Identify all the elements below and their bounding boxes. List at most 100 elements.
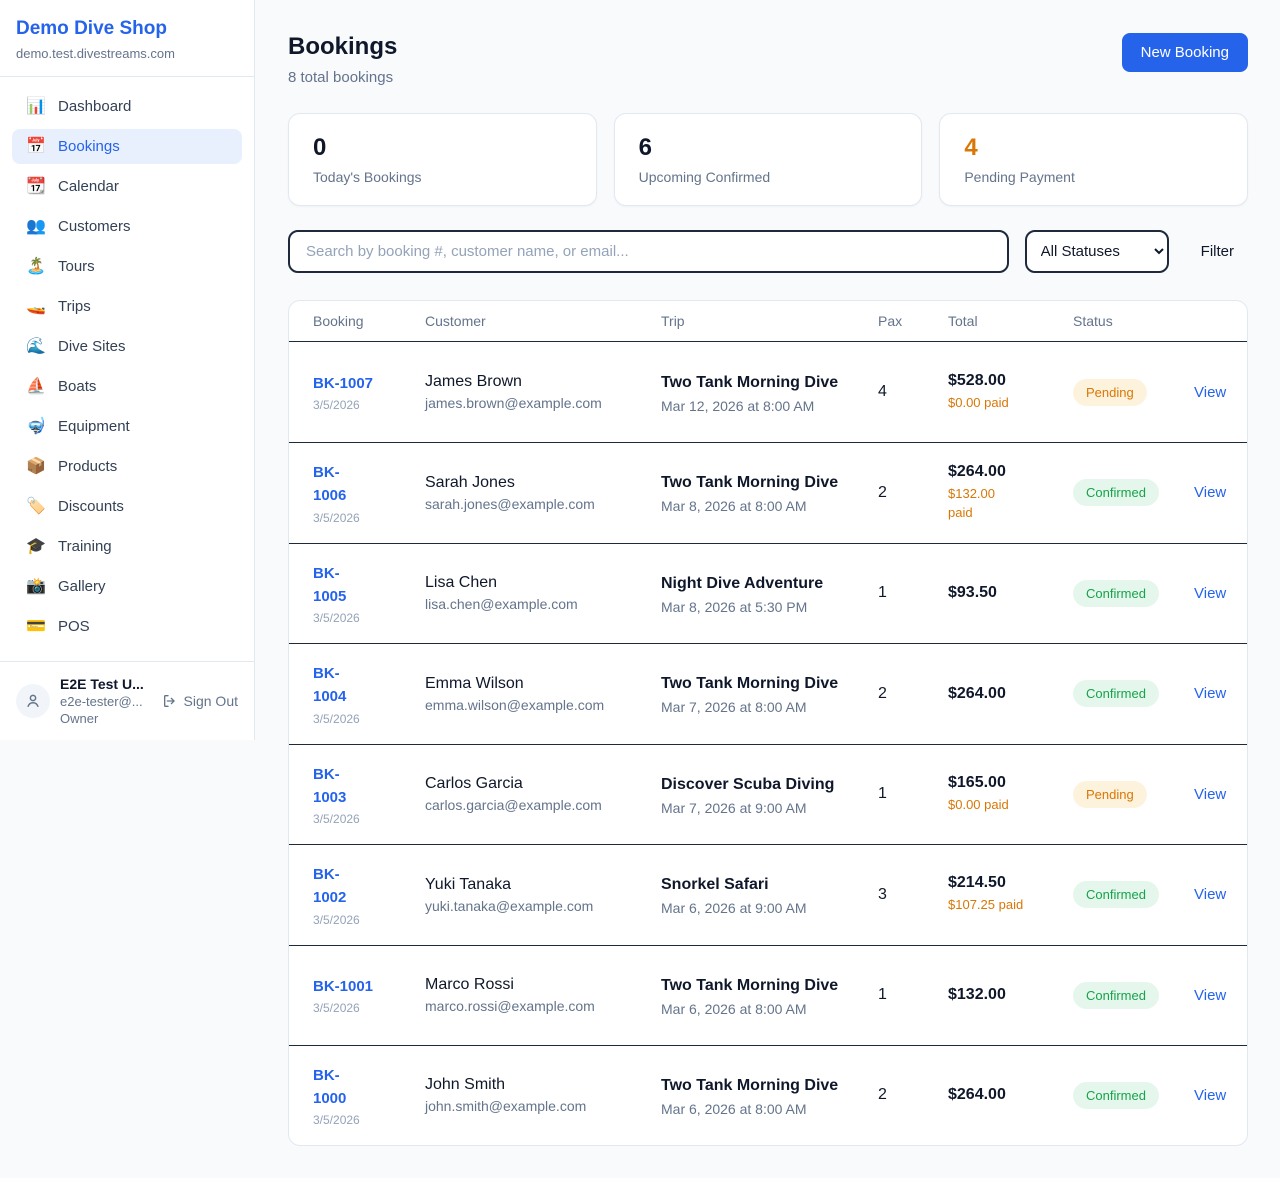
customer-cell: Sarah Jones sarah.jones@example.com (425, 474, 661, 512)
sidebar-item-trips[interactable]: 🚤 Trips (12, 289, 242, 324)
booking-id-link[interactable]: BK- 1000 (313, 1064, 425, 1111)
nav-item-label: Trips (58, 298, 91, 315)
status-badge: Pending (1073, 379, 1147, 406)
status-badge: Confirmed (1073, 580, 1159, 607)
filter-button[interactable]: Filter (1187, 233, 1248, 270)
table-row: BK-1007 3/5/2026 James Brown james.brown… (289, 342, 1247, 442)
view-link[interactable]: View (1194, 1087, 1226, 1104)
view-link[interactable]: View (1194, 987, 1226, 1004)
sidebar-item-tours[interactable]: 🏝️ Tours (12, 249, 242, 284)
paid-amount: $0.00 paid (948, 394, 1073, 413)
booking-id-line1: BK- (313, 1064, 425, 1087)
user-name: E2E Test U... (60, 676, 162, 692)
view-link[interactable]: View (1194, 384, 1226, 401)
trip-name: Two Tank Morning Dive (661, 471, 851, 495)
booking-id-link[interactable]: BK- 1006 (313, 461, 425, 508)
sidebar-item-boats[interactable]: ⛵ Boats (12, 369, 242, 404)
sidebar-item-calendar[interactable]: 📆 Calendar (12, 169, 242, 204)
user-email: e2e-tester@... (60, 694, 162, 709)
status-badge: Confirmed (1073, 982, 1159, 1009)
booking-cell: BK-1007 3/5/2026 (313, 372, 425, 412)
booking-id-line1: BK-1001 (313, 975, 425, 998)
view-link[interactable]: View (1194, 886, 1226, 903)
column-header-status: Status (1073, 313, 1194, 329)
booking-id-line2: 1003 (313, 786, 425, 809)
pax-count: 2 (878, 484, 948, 502)
sidebar-item-dashboard[interactable]: 📊 Dashboard (12, 89, 242, 124)
view-link[interactable]: View (1194, 585, 1226, 602)
booking-id-line1: BK- (313, 562, 425, 585)
pax-count: 1 (878, 986, 948, 1004)
paid-line1: $132.00 (948, 485, 1073, 504)
trip-cell: Night Dive Adventure Mar 8, 2026 at 5:30… (661, 572, 878, 615)
pax-count: 1 (878, 785, 948, 803)
view-link[interactable]: View (1194, 685, 1226, 702)
booking-id-link[interactable]: BK-1001 (313, 975, 425, 998)
booking-id-line2: 1006 (313, 484, 425, 507)
stat-label: Pending Payment (964, 169, 1223, 185)
booking-id-link[interactable]: BK- 1003 (313, 763, 425, 810)
booking-id-link[interactable]: BK- 1004 (313, 662, 425, 709)
view-link[interactable]: View (1194, 786, 1226, 803)
new-booking-button[interactable]: New Booking (1122, 33, 1248, 72)
trip-name: Two Tank Morning Dive (661, 371, 851, 395)
stat-label: Today's Bookings (313, 169, 572, 185)
view-link[interactable]: View (1194, 484, 1226, 501)
trip-name: Snorkel Safari (661, 873, 851, 897)
total-cell: $264.00 $132.00 paid (948, 463, 1073, 523)
booking-date: 3/5/2026 (313, 1113, 425, 1127)
table-row: BK- 1002 3/5/2026 Yuki Tanaka yuki.tanak… (289, 844, 1247, 945)
trip-datetime: Mar 8, 2026 at 8:00 AM (661, 498, 878, 514)
user-block: E2E Test U... e2e-tester@... Owner Sign … (0, 661, 254, 740)
trip-name: Two Tank Morning Dive (661, 1074, 851, 1098)
nav-item-label: Gallery (58, 578, 106, 595)
status-cell: Confirmed (1073, 1082, 1194, 1109)
nav-item-icon: 📅 (26, 139, 46, 155)
booking-date: 3/5/2026 (313, 812, 425, 826)
booking-id-line2: 1004 (313, 685, 425, 708)
booking-date: 3/5/2026 (313, 1001, 425, 1015)
sidebar-item-bookings[interactable]: 📅 Bookings (12, 129, 242, 164)
booking-id-link[interactable]: BK- 1002 (313, 863, 425, 910)
status-badge: Confirmed (1073, 881, 1159, 908)
nav-item-icon: 🌊 (26, 339, 46, 355)
status-filter-select[interactable]: All Statuses (1025, 230, 1169, 273)
sidebar-item-training[interactable]: 🎓 Training (12, 529, 242, 564)
booking-id-line1: BK-1007 (313, 372, 425, 395)
booking-id-line2: 1002 (313, 886, 425, 909)
nav-item-label: POS (58, 618, 90, 635)
sign-out-label: Sign Out (184, 693, 238, 709)
nav-item-label: Dive Sites (58, 338, 126, 355)
booking-id-line1: BK- (313, 461, 425, 484)
stat-card: 6 Upcoming Confirmed (614, 113, 923, 206)
sign-out-button[interactable]: Sign Out (162, 693, 238, 709)
sidebar-item-pos[interactable]: 💳 POS (12, 609, 242, 644)
nav-item-icon: 📦 (26, 459, 46, 475)
booking-id-link[interactable]: BK- 1005 (313, 562, 425, 609)
nav-item-icon: 📸 (26, 579, 46, 595)
sidebar-item-gallery[interactable]: 📸 Gallery (12, 569, 242, 604)
avatar (16, 684, 50, 718)
customer-email: sarah.jones@example.com (425, 496, 661, 512)
bookings-table: Booking Customer Trip Pax Total Status B… (288, 300, 1248, 1146)
sidebar-item-dive-sites[interactable]: 🌊 Dive Sites (12, 329, 242, 364)
trip-name: Night Dive Adventure (661, 572, 851, 596)
sidebar-item-equipment[interactable]: 🤿 Equipment (12, 409, 242, 444)
pax-count: 2 (878, 685, 948, 703)
stat-value: 4 (964, 134, 1223, 162)
customer-email: james.brown@example.com (425, 395, 661, 411)
sidebar-item-discounts[interactable]: 🏷️ Discounts (12, 489, 242, 524)
nav-item-label: Boats (58, 378, 96, 395)
customer-email: john.smith@example.com (425, 1098, 661, 1114)
booking-id-link[interactable]: BK-1007 (313, 372, 425, 395)
stat-card: 4 Pending Payment (939, 113, 1248, 206)
paid-line1: $0.00 paid (948, 796, 1073, 815)
sidebar-item-products[interactable]: 📦 Products (12, 449, 242, 484)
pax-count: 4 (878, 383, 948, 401)
customer-name: Sarah Jones (425, 474, 661, 492)
total-cell: $165.00 $0.00 paid (948, 774, 1073, 815)
brand-title: Demo Dive Shop (16, 18, 238, 40)
sidebar-item-customers[interactable]: 👥 Customers (12, 209, 242, 244)
trip-cell: Two Tank Morning Dive Mar 6, 2026 at 8:0… (661, 1074, 878, 1117)
search-input[interactable] (288, 230, 1009, 273)
